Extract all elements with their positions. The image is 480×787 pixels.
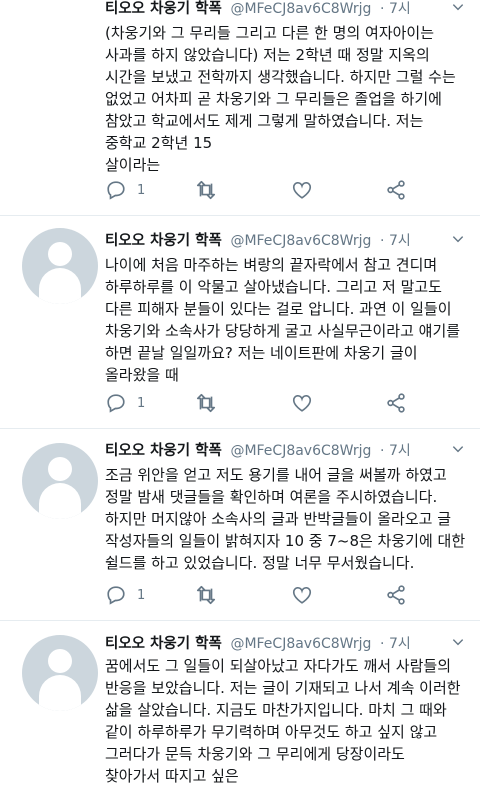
like-button[interactable]: [291, 178, 313, 202]
speech-bubble-icon: [107, 394, 125, 413]
retweet-icon: [196, 585, 216, 605]
tweet-actions: 1: [105, 583, 405, 607]
reply-button[interactable]: 1: [105, 391, 145, 415]
share-icon: [387, 180, 405, 200]
tweet-time[interactable]: · 7시: [380, 1, 411, 17]
tweet-actions: 1: [105, 391, 405, 415]
retweet-button[interactable]: [195, 178, 217, 202]
author-handle[interactable]: @MFeCJ8av6C8Wrjg: [230, 636, 371, 652]
speech-bubble-icon: [107, 181, 125, 200]
like-button[interactable]: [291, 391, 313, 415]
tweet-text: 조금 위안을 얻고 저도 용기를 내어 글을 써볼까 하였고 정말 밤새 댓글들…: [105, 466, 466, 572]
tweet-header: 티오오 차웅기 학폭 @MFeCJ8av6C8Wrjg · 7시: [105, 230, 465, 252]
tweet-header: 티오오 차웅기 학폭 @MFeCJ8av6C8Wrjg · 7시: [105, 440, 465, 462]
share-button[interactable]: [385, 583, 407, 607]
tweet-time[interactable]: · 7시: [380, 443, 411, 459]
retweet-button[interactable]: [195, 391, 217, 415]
avatar[interactable]: [22, 228, 98, 304]
chevron-down-icon[interactable]: [451, 635, 465, 649]
avatar[interactable]: [22, 443, 98, 519]
avatar[interactable]: [22, 635, 98, 711]
share-button[interactable]: [385, 178, 407, 202]
share-button[interactable]: [385, 391, 407, 415]
like-button[interactable]: [291, 583, 313, 607]
tweet-time[interactable]: · 7시: [380, 233, 411, 249]
reply-count: 1: [137, 182, 146, 198]
author-name[interactable]: 티오오 차웅기 학폭: [105, 443, 222, 459]
tweet-text: (차웅기와 그 무리들 그리고 다른 한 명의 여자아이는 사과를 하지 않았습…: [105, 24, 456, 174]
retweet-button[interactable]: [195, 583, 217, 607]
tweet-text: 나이에 처음 마주하는 벼랑의 끝자락에서 참고 견디며 하루하루를 이 악물고…: [105, 256, 461, 384]
tweet-divider: [0, 428, 480, 429]
speech-bubble-icon: [107, 586, 125, 605]
tweet-time[interactable]: · 7시: [380, 636, 411, 652]
author-handle[interactable]: @MFeCJ8av6C8Wrjg: [230, 1, 371, 17]
chevron-down-icon[interactable]: [451, 0, 465, 14]
chevron-down-icon[interactable]: [451, 442, 465, 456]
retweet-icon: [196, 393, 216, 413]
author-name[interactable]: 티오오 차웅기 학폭: [105, 1, 222, 17]
tweet-divider: [0, 215, 480, 216]
tweet-divider: [0, 620, 480, 621]
reply-button[interactable]: 1: [105, 178, 145, 202]
reply-count: 1: [137, 395, 146, 411]
author-handle[interactable]: @MFeCJ8av6C8Wrjg: [230, 443, 371, 459]
reply-button[interactable]: 1: [105, 583, 145, 607]
heart-icon: [292, 395, 312, 412]
chevron-down-icon[interactable]: [451, 232, 465, 246]
share-icon: [387, 585, 405, 605]
tweet-header: 티오오 차웅기 학폭 @MFeCJ8av6C8Wrjg · 7시: [105, 633, 465, 655]
retweet-icon: [196, 180, 216, 200]
reply-count: 1: [137, 587, 146, 603]
author-handle[interactable]: @MFeCJ8av6C8Wrjg: [230, 233, 371, 249]
tweet-text: 꿈에서도 그 일들이 되살아났고 자다가도 깨서 사람들의 반응을 보았습니다.…: [105, 657, 461, 785]
author-name[interactable]: 티오오 차웅기 학폭: [105, 233, 222, 249]
heart-icon: [292, 587, 312, 604]
tweet-actions: 1: [105, 178, 405, 202]
heart-icon: [292, 182, 312, 199]
share-icon: [387, 393, 405, 413]
tweet-header: 티오오 차웅기 학폭 @MFeCJ8av6C8Wrjg · 7시: [105, 0, 465, 20]
author-name[interactable]: 티오오 차웅기 학폭: [105, 636, 222, 652]
